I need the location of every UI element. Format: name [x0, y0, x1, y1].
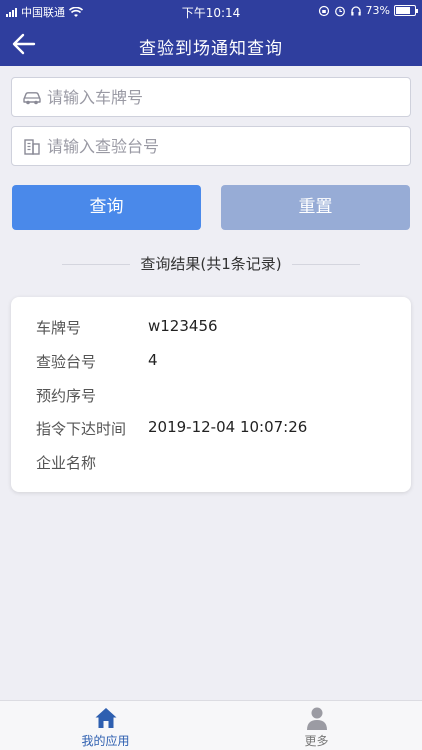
headphones-icon	[350, 5, 361, 15]
station-number-field[interactable]	[11, 126, 411, 166]
tab-bar: 我的应用 更多	[0, 700, 422, 750]
car-icon	[23, 92, 41, 105]
tab-more[interactable]: 更多	[211, 701, 422, 750]
tab-more-label: 更多	[304, 734, 329, 748]
plate-number-field[interactable]	[11, 77, 411, 117]
time-row: 指令下达时间 2019-12-04 10:07:26	[36, 418, 307, 440]
station-number-input[interactable]	[47, 127, 410, 165]
rotation-lock-icon	[318, 5, 329, 16]
home-icon	[95, 708, 116, 728]
status-bar: 中国联通 下午10:14 73%	[0, 0, 422, 22]
station-row: 查验台号 4	[36, 351, 158, 373]
plate-row: 车牌号 w123456	[36, 317, 218, 339]
reset-button[interactable]: 重置	[221, 185, 410, 230]
tab-my-apps[interactable]: 我的应用	[0, 701, 211, 750]
company-label: 企业名称	[36, 454, 97, 472]
plate-label: 车牌号	[36, 319, 82, 337]
plate-number-input[interactable]	[47, 78, 410, 116]
company-row: 企业名称	[36, 452, 148, 474]
status-right: 73%	[318, 4, 418, 17]
plate-value: w123456	[148, 317, 218, 335]
station-value: 4	[148, 351, 158, 369]
sequence-label: 预约序号	[36, 387, 97, 405]
user-icon	[306, 707, 327, 730]
alarm-icon	[334, 6, 345, 16]
time-value: 2019-12-04 10:07:26	[148, 418, 308, 436]
nav-bar: 查验到场通知查询	[0, 22, 422, 66]
results-title: 查询结果(共1条记录)	[140, 255, 282, 273]
time-label: 指令下达时间	[36, 420, 127, 438]
query-button[interactable]: 查询	[12, 185, 201, 230]
sequence-row: 预约序号	[36, 385, 148, 407]
tab-my-apps-label: 我的应用	[81, 734, 130, 748]
battery-icon	[394, 5, 418, 16]
station-label: 查验台号	[36, 353, 97, 371]
building-icon	[24, 139, 40, 155]
page-title: 查验到场通知查询	[139, 39, 283, 59]
result-card[interactable]: 车牌号 w123456 查验台号 4 预约序号 指令下达时间 2019-12-0…	[11, 297, 411, 492]
battery-percent: 73%	[365, 4, 390, 17]
